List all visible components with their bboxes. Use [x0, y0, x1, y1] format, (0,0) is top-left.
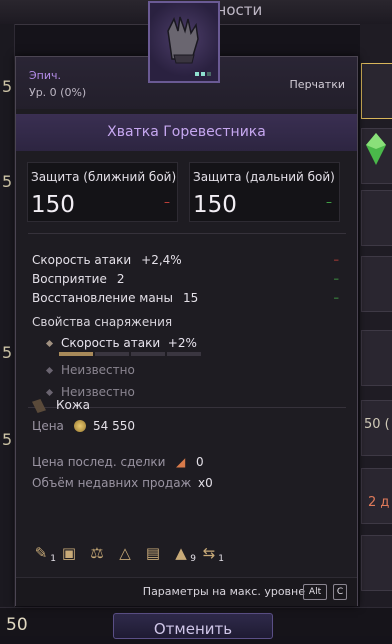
- stat-compare: –: [333, 253, 340, 266]
- price-label: Цена: [32, 419, 64, 433]
- right-item-slot[interactable]: 50 (: [361, 400, 392, 456]
- stat-attack-speed: Скорость атаки +2,4%: [32, 253, 182, 267]
- stat-value: +2,4%: [141, 253, 182, 267]
- gauntlets-item-icon: [148, 1, 220, 83]
- gear-property-progress: [59, 352, 201, 356]
- recent-volume-value: x0: [198, 476, 213, 490]
- flask-action-icon[interactable]: △: [114, 543, 136, 563]
- right-item-slot[interactable]: [361, 190, 392, 246]
- box-action-icon[interactable]: ▣: [58, 543, 80, 563]
- anvil-action-icon[interactable]: ▲ 9: [170, 543, 196, 564]
- stat-value: 15: [183, 291, 199, 305]
- gear-property-label: Скорость атаки: [61, 336, 161, 350]
- right-item-slot[interactable]: [361, 535, 392, 591]
- stat-perception: Восприятие 2: [32, 272, 124, 286]
- slot-duration-text: 2 д: [368, 495, 390, 510]
- c-key: C: [333, 584, 347, 600]
- stat-label: Восприятие: [32, 272, 107, 286]
- bottom-left-count: 50: [6, 615, 28, 635]
- diamond-icon: [45, 366, 54, 375]
- right-item-slot[interactable]: [361, 256, 392, 312]
- right-item-slot[interactable]: [361, 330, 392, 386]
- slot-count-text: 50 (: [364, 417, 390, 432]
- action-count: 1: [218, 554, 224, 564]
- alt-key: Alt: [303, 584, 327, 600]
- material-label: Кожа: [56, 398, 91, 412]
- action-count: 9: [190, 554, 196, 564]
- footer-hint: Параметры на макс. уровне: [142, 585, 305, 598]
- ranged-defense-value: 150: [193, 192, 237, 218]
- gauntlet-icon: [167, 16, 199, 64]
- left-panel-number: 5: [2, 343, 13, 362]
- diamond-icon: [45, 388, 54, 397]
- leather-icon: [32, 399, 46, 413]
- progress-segment: [167, 352, 201, 356]
- right-item-slot[interactable]: 2 д: [361, 468, 392, 524]
- gear-property: Неизвестно: [45, 385, 135, 399]
- left-panel: [0, 24, 15, 635]
- gear-property-label: Неизвестно: [61, 363, 135, 377]
- recent-volume-label: Объём недавних продаж: [32, 476, 192, 490]
- item-type: Перчатки: [289, 78, 345, 91]
- split-action-icon[interactable]: ⇆ 1: [198, 543, 224, 564]
- melee-defense-compare: –: [164, 195, 170, 209]
- last-trade-value: 0: [196, 455, 204, 469]
- item-tooltip: Эпич. Ур. 0 (0%) Перчатки Хватка Горевес…: [15, 56, 358, 606]
- coin-icon: [74, 420, 86, 432]
- melee-defense-box: Защита (ближний бой) 150 –: [27, 162, 178, 222]
- right-item-slot-selected[interactable]: [361, 63, 392, 119]
- item-rarity: Эпич.: [29, 69, 62, 82]
- stat-mana-regen: Восстановление маны 15: [32, 291, 198, 305]
- stat-compare: –: [333, 291, 340, 304]
- melee-defense-value: 150: [31, 192, 75, 218]
- item-name: Хватка Горевестника: [16, 114, 357, 151]
- salvage-action-icon[interactable]: ✎ 1: [30, 543, 56, 564]
- gear-property-value: +2%: [167, 336, 197, 350]
- stat-compare: –: [333, 272, 340, 285]
- item-quality-dots: [195, 72, 211, 76]
- stat-label: Восстановление маны: [32, 291, 173, 305]
- quality-dot: [207, 72, 211, 76]
- action-count: 1: [50, 554, 56, 564]
- diamond-icon: [45, 339, 54, 348]
- action-bar: ✎ 1 ▣ ⚖ △ ▤ ▲ 9 ⇆ 1: [30, 543, 224, 565]
- pizza-slice-icon: ◢: [176, 455, 186, 469]
- gear-properties-title: Свойства снаряжения: [32, 315, 173, 329]
- cancel-button[interactable]: Отменить: [113, 613, 273, 639]
- emerald-icon: [366, 133, 386, 165]
- stat-value: 2: [116, 272, 125, 286]
- item-level: Ур. 0 (0%): [29, 86, 87, 99]
- quality-dot: [201, 72, 205, 76]
- gear-property: Скорость атаки +2%: [45, 336, 197, 350]
- gear-property: Неизвестно: [45, 363, 135, 377]
- left-panel-number: 5: [2, 430, 13, 449]
- trash-action-icon[interactable]: ▤: [142, 543, 164, 563]
- left-panel-number: 5: [2, 77, 13, 96]
- ranged-defense-label: Защита (дальний бой): [193, 170, 335, 184]
- ranged-defense-compare: –: [326, 195, 332, 209]
- right-item-slot[interactable]: [361, 128, 392, 184]
- last-trade-label: Цена послед. сделки: [32, 455, 166, 469]
- stat-label: Скорость атаки: [32, 253, 132, 267]
- melee-defense-label: Защита (ближний бой): [31, 170, 177, 184]
- scales-action-icon[interactable]: ⚖: [86, 543, 108, 563]
- price-value: 54 550: [93, 419, 135, 433]
- gear-property-label: Неизвестно: [61, 385, 135, 399]
- progress-segment: [131, 352, 165, 356]
- divider: [28, 233, 346, 234]
- tooltip-footer: Параметры на макс. уровне Alt C: [16, 577, 357, 606]
- ranged-defense-box: Защита (дальний бой) 150 –: [189, 162, 340, 222]
- left-panel-number: 5: [2, 172, 13, 191]
- progress-segment: [95, 352, 129, 356]
- progress-segment: [59, 352, 93, 356]
- quality-dot: [195, 72, 199, 76]
